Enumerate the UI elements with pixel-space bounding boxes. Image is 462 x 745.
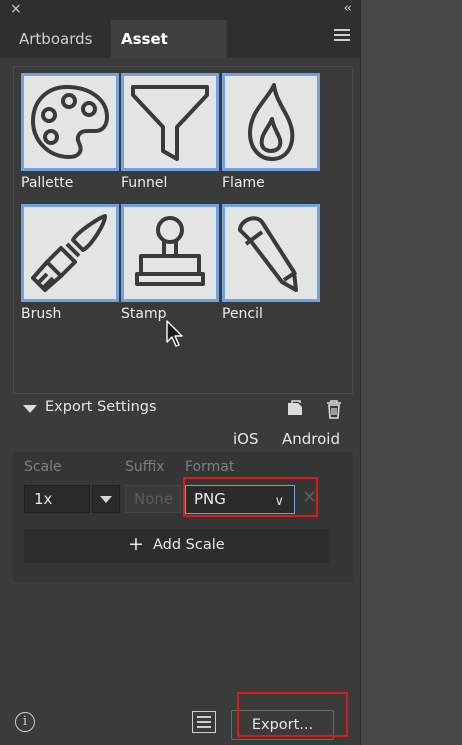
- panel-tabs: Artboards Asset Export: [0, 20, 360, 86]
- asset-item-stamp[interactable]: Stamp: [121, 204, 219, 322]
- panel-menu-icon[interactable]: [334, 29, 350, 43]
- highlight-format-annotation: [183, 477, 318, 517]
- stamp-icon: [121, 204, 219, 302]
- scale-input[interactable]: 1x: [24, 485, 90, 513]
- flame-icon: [222, 73, 320, 171]
- brush-icon: [21, 204, 119, 302]
- funnel-icon: [121, 73, 219, 171]
- platform-android[interactable]: Android: [282, 430, 340, 448]
- asset-label: Brush: [21, 306, 62, 322]
- asset-label: Pallette: [21, 175, 74, 191]
- platform-ios[interactable]: iOS: [233, 430, 259, 448]
- asset-item-pallette[interactable]: Pallette: [21, 73, 119, 191]
- column-label-scale: Scale: [24, 459, 62, 475]
- asset-export-panel: × ‹‹ Artboards Asset Export Pallette: [0, 0, 361, 745]
- dropdown-arrow-icon: [100, 496, 112, 503]
- export-settings-list-icon[interactable]: [192, 711, 216, 733]
- asset-item-flame[interactable]: Flame: [222, 73, 320, 191]
- panel-titlebar: × ‹‹: [0, 0, 360, 20]
- export-settings-header: Export Settings: [20, 399, 350, 421]
- asset-item-pencil[interactable]: Pencil: [222, 204, 320, 322]
- column-label-suffix: Suffix: [125, 459, 165, 475]
- palette-icon: [21, 73, 119, 171]
- asset-label: Pencil: [222, 306, 263, 322]
- trash-icon[interactable]: [325, 399, 343, 419]
- plus-icon: +: [128, 533, 144, 555]
- asset-label: Flame: [222, 175, 265, 191]
- pencil-icon: [222, 204, 320, 302]
- asset-label: Funnel: [121, 175, 168, 191]
- disclosure-triangle-icon[interactable]: [23, 405, 37, 413]
- info-icon[interactable]: i: [15, 712, 35, 732]
- close-icon[interactable]: ×: [10, 1, 22, 17]
- collapse-icon[interactable]: ‹‹: [344, 1, 353, 16]
- add-scale-label: Add Scale: [153, 537, 225, 553]
- scale-dropdown-button[interactable]: [92, 485, 120, 513]
- canvas-background: [361, 0, 462, 745]
- mouse-cursor-icon: [166, 320, 183, 347]
- suffix-input[interactable]: None: [125, 485, 181, 513]
- save-preset-icon[interactable]: [286, 399, 304, 417]
- add-scale-button[interactable]: + Add Scale: [24, 529, 329, 563]
- tab-artboards[interactable]: Artboards: [9, 20, 109, 58]
- export-settings-title[interactable]: Export Settings: [45, 399, 157, 415]
- asset-item-brush[interactable]: Brush: [21, 204, 119, 322]
- asset-item-funnel[interactable]: Funnel: [121, 73, 219, 191]
- highlight-export-annotation: [237, 692, 348, 737]
- column-label-format: Format: [185, 459, 235, 475]
- tab-asset-export[interactable]: Asset Export: [111, 20, 227, 86]
